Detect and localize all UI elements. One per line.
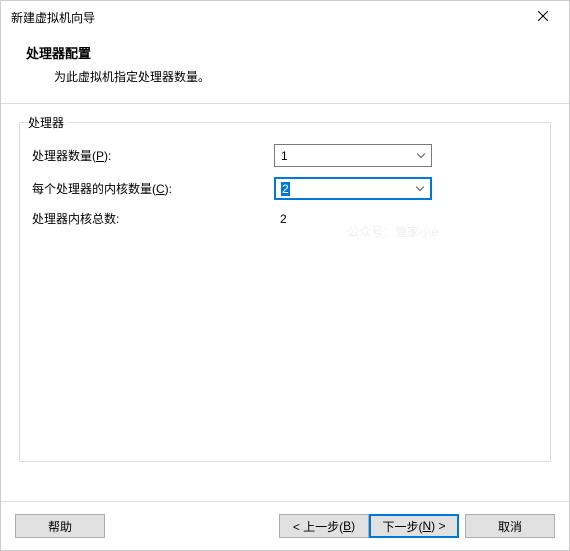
total-cores-label: 处理器内核总数:	[32, 210, 274, 227]
nav-button-group: < 上一步(B) 下一步(N) > 取消	[279, 514, 555, 538]
title-bar: 新建虚拟机向导	[1, 1, 569, 33]
processors-row: 处理器数量(P): 1	[32, 144, 538, 167]
close-icon	[538, 10, 548, 24]
close-button[interactable]	[525, 3, 561, 31]
processors-fieldset: 处理器 处理器数量(P): 1 每个处理器的内核数量(C): 2	[19, 122, 551, 462]
back-button[interactable]: < 上一步(B)	[279, 514, 369, 538]
cores-value: 2	[281, 182, 290, 196]
processors-value: 1	[281, 149, 288, 163]
help-button[interactable]: 帮助	[15, 514, 105, 538]
processors-dropdown[interactable]: 1	[274, 144, 432, 167]
cores-dropdown[interactable]: 2	[274, 177, 432, 200]
chevron-down-icon	[416, 186, 424, 191]
window-title: 新建虚拟机向导	[11, 9, 95, 26]
page-subtitle: 为此虚拟机指定处理器数量。	[54, 68, 544, 85]
footer-bar: 帮助 < 上一步(B) 下一步(N) > 取消	[1, 501, 569, 550]
fieldset-legend: 处理器	[28, 114, 68, 131]
cancel-button[interactable]: 取消	[465, 514, 555, 538]
chevron-down-icon	[417, 153, 425, 158]
wizard-header: 处理器配置 为此虚拟机指定处理器数量。	[1, 33, 569, 103]
next-button[interactable]: 下一步(N) >	[369, 514, 459, 538]
processors-label: 处理器数量(P):	[32, 147, 274, 164]
page-title: 处理器配置	[26, 43, 544, 62]
content-area: 处理器 处理器数量(P): 1 每个处理器的内核数量(C): 2	[1, 104, 569, 462]
total-cores-value: 2	[274, 212, 287, 226]
total-cores-row: 处理器内核总数: 2	[32, 210, 538, 227]
cores-label: 每个处理器的内核数量(C):	[32, 180, 274, 197]
cores-row: 每个处理器的内核数量(C): 2	[32, 177, 538, 200]
watermark-text: 公众号：管家小e	[347, 223, 438, 240]
